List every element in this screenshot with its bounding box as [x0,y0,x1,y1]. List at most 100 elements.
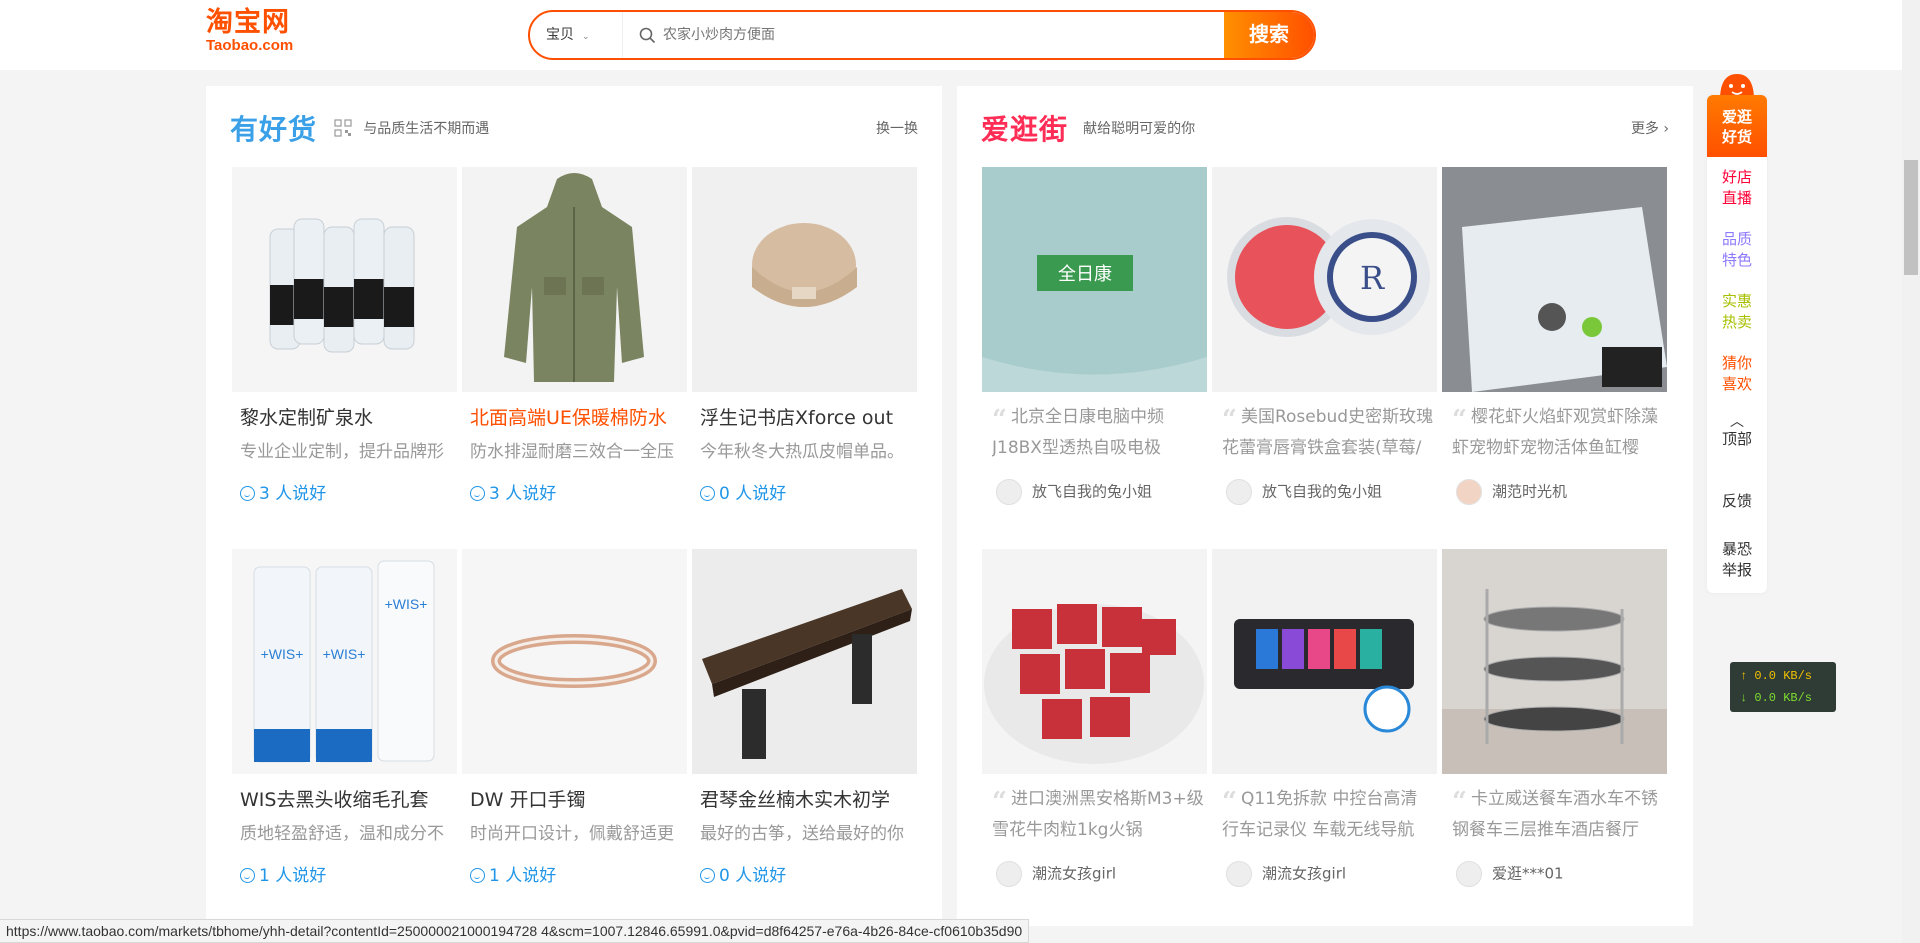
post-card[interactable]: “进口澳洲黑安格斯M3+级雪花牛肉粒1kg火锅 潮流女孩girl [982,549,1207,909]
post-card[interactable]: “Q11免拆款 中控台高清行车记录仪 车载无线导航 潮流女孩girl [1212,549,1437,909]
product-card[interactable]: 黎水定制矿泉水 专业企业定制，提升品牌形 3 人说好 [232,167,457,527]
post-author[interactable]: 放飞自我的兔小姐 [1226,479,1382,505]
product-card[interactable]: 北面高端UE保暖棉防水 防水排湿耐磨三效合一全压 3 人说好 [462,167,687,527]
link-status-bar: https://www.taobao.com/markets/tbhome/yh… [0,919,1030,943]
smile-icon [470,486,485,501]
refresh-link[interactable]: 换一换 [876,118,918,138]
product-desc: 质地轻盈舒适，温和成分不 [240,824,444,844]
author-name: 放飞自我的兔小姐 [1262,482,1383,501]
post-card[interactable]: R “美国Rosebud史密斯玫瑰花蕾膏唇膏铁盒套装(草莓/ 放飞自我的兔小姐 [1212,167,1437,527]
sidebar-item-label: 顶部 [1721,430,1752,448]
panel-title: 爱逛街 [981,113,1069,146]
product-image-skincare-set[interactable]: +WIS+ +WIS+ +WIS+ [232,549,457,774]
product-title[interactable]: WIS去黑头收缩毛孔套 [240,785,452,812]
product-image-bracelet[interactable] [462,549,687,774]
net-speed-widget[interactable]: ↑ 0.0 KB/s ↓ 0.0 KB/s [1730,662,1836,712]
search-input[interactable] [663,23,1163,47]
product-desc: 今年秋冬大热瓜皮帽单品。 [700,442,904,462]
post-author[interactable]: 潮范时光机 [1456,479,1567,505]
sidebar-item-label: 品质特色 [1721,230,1752,269]
author-name: 潮范时光机 [1492,482,1568,501]
product-image-water-bottles[interactable] [232,167,457,392]
product-card[interactable]: 浮生记书店Xforce out 今年秋冬大热瓜皮帽单品。 0 人说好 [692,167,917,527]
product-image-beige-cap[interactable] [692,167,917,392]
product-image-guzheng[interactable] [692,549,917,774]
chevron-down-icon: ⌄ [582,32,590,42]
post-author[interactable]: 放飞自我的兔小姐 [996,479,1152,505]
post-text: “Q11免拆款 中控台高清行车记录仪 车载无线导航 [1222,785,1434,841]
search-category-dropdown[interactable]: 宝贝 ⌄ [546,12,626,58]
svg-text:全日康: 全日康 [1058,264,1112,285]
post-text-content: 樱花虾火焰虾观赏虾除藻虾宠物虾宠物活体鱼缸樱 [1452,407,1658,458]
product-image-dash-cam[interactable] [1212,549,1437,774]
product-card[interactable]: DW 开口手镯 时尚开口设计，佩戴舒适更 1 人说好 [462,549,687,909]
post-card[interactable]: “卡立威送餐车酒水车不锈钢餐车三层推车酒店餐厅 爱逛***01 [1442,549,1667,909]
post-text-content: 美国Rosebud史密斯玫瑰花蕾膏唇膏铁盒套装(草莓/ [1222,407,1434,458]
likes-count: 3 人说好 [470,479,556,504]
post-text: “进口澳洲黑安格斯M3+级雪花牛肉粒1kg火锅 [992,785,1204,841]
page-scrollbar[interactable] [1902,0,1920,943]
product-image-beef-cubes[interactable] [982,549,1207,774]
quote-icon: “ [992,405,1007,435]
smile-icon [240,486,255,501]
product-image-green-jacket[interactable] [462,167,687,392]
svg-text:+WIS+: +WIS+ [385,596,428,612]
author-name: 爱逛***01 [1492,864,1564,883]
sidebar-item-label: 猜你喜欢 [1721,354,1752,393]
product-title[interactable]: 北面高端UE保暖棉防水 [470,403,682,430]
post-text-content: 卡立威送餐车酒水车不锈钢餐车三层推车酒店餐厅 [1452,789,1658,840]
sidebar-item-guess-you-like[interactable]: 猜你喜欢 [1707,353,1767,395]
smile-icon [470,868,485,883]
smile-icon [240,868,255,883]
author-name: 放飞自我的兔小姐 [1032,482,1153,501]
post-text: “卡立威送餐车酒水车不锈钢餐车三层推车酒店餐厅 [1452,785,1664,841]
product-desc: 最好的古筝，送给最好的你 [700,824,904,844]
product-image-shrimp-tank[interactable] [1442,167,1667,392]
sidebar-item-live-shops[interactable]: 好店直播 [1707,167,1767,209]
likes-text: 1 人说好 [259,866,327,886]
likes-count: 0 人说好 [700,479,786,504]
product-image-lip-balm[interactable]: R [1212,167,1437,392]
sidebar-header[interactable]: 爱逛好货 [1707,95,1767,157]
product-title[interactable]: DW 开口手镯 [470,785,682,812]
sidebar-item-label: 实惠热卖 [1721,292,1752,331]
top-header: 淘宝网 Taobao.com 宝贝 ⌄ 搜索 [0,0,1902,70]
product-title[interactable]: 浮生记书店Xforce out [700,403,912,430]
right-nav-sidebar: 爱逛好货 好店直播 品质特色 实惠热卖 猜你喜欢 ︿ 顶部 反馈 暴恐举报 [1707,95,1767,593]
product-title[interactable]: 君琴金丝楠木实木初学 [700,785,912,812]
product-image-serving-cart[interactable] [1442,549,1667,774]
search-bar: 宝贝 ⌄ 搜索 [528,10,1316,60]
post-author[interactable]: 潮流女孩girl [1226,861,1346,887]
quote-icon: “ [1452,405,1467,435]
post-author[interactable]: 爱逛***01 [1456,861,1564,887]
post-card[interactable]: 全日康 “北京全日康电脑中频J18BX型透热自吸电极 放飞自我的兔小姐 [982,167,1207,527]
panel-subtitle: 献给聪明可爱的你 [1083,121,1196,137]
feedback-button[interactable]: 反馈 [1707,491,1767,512]
taobao-logo[interactable]: 淘宝网 Taobao.com [206,8,316,56]
scrollbar-thumb[interactable] [1904,160,1918,275]
product-card[interactable]: +WIS+ +WIS+ +WIS+ WIS去黑头收缩毛孔套 质地轻盈舒适，温和成… [232,549,457,909]
sidebar-item-label: 好店直播 [1721,168,1752,207]
report-button[interactable]: 暴恐举报 [1707,539,1767,581]
likes-text: 0 人说好 [719,866,787,886]
product-image-electrode-pad[interactable]: 全日康 [982,167,1207,392]
quote-icon: “ [992,787,1007,817]
svg-text:R: R [1360,259,1385,297]
post-text: “美国Rosebud史密斯玫瑰花蕾膏唇膏铁盒套装(草莓/ [1222,403,1434,459]
back-to-top-button[interactable]: ︿ 顶部 [1707,415,1767,450]
upload-speed: ↑ 0.0 KB/s [1740,669,1813,683]
svg-text:+WIS+: +WIS+ [323,646,366,662]
post-card[interactable]: “樱花虾火焰虾观赏虾除藻虾宠物虾宠物活体鱼缸樱 潮范时光机 [1442,167,1667,527]
search-button[interactable]: 搜索 [1224,12,1314,58]
logo-en-text: Taobao.com [206,37,294,54]
post-author[interactable]: 潮流女孩girl [996,861,1116,887]
logo-cn-text: 淘宝网 [206,7,290,38]
product-title[interactable]: 黎水定制矿泉水 [240,403,452,430]
product-card[interactable]: 君琴金丝楠木实木初学 最好的古筝，送给最好的你 0 人说好 [692,549,917,909]
sidebar-item-quality[interactable]: 品质特色 [1707,229,1767,271]
likes-text: 3 人说好 [259,484,327,504]
more-link[interactable]: 更多 › [1631,118,1669,138]
qr-code-icon [334,119,352,137]
sidebar-item-hot-deals[interactable]: 实惠热卖 [1707,291,1767,333]
panel-subtitle: 与品质生活不期而遇 [363,121,490,137]
